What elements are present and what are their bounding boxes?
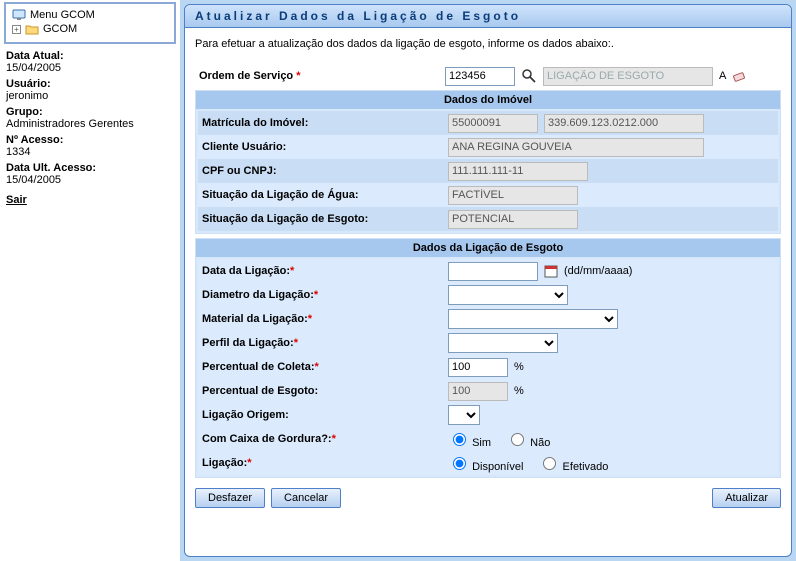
- order-input[interactable]: [445, 67, 515, 86]
- matricula-label: Matrícula do Imóvel:: [198, 117, 448, 129]
- radio-nao-wrap[interactable]: Não: [506, 430, 550, 449]
- expand-icon[interactable]: +: [12, 25, 21, 34]
- cliente-label: Cliente Usuário:: [198, 141, 448, 153]
- tree-menu-label: Menu GCOM: [30, 9, 95, 21]
- esgoto-pct-label: Percentual de Esgoto:: [198, 385, 448, 397]
- undo-button[interactable]: Desfazer: [195, 488, 265, 508]
- cpf-field: [448, 162, 588, 181]
- radio-disponivel-wrap[interactable]: Disponível: [448, 454, 523, 473]
- required-mark: *: [314, 289, 318, 301]
- group-value: Administradores Gerentes: [6, 118, 174, 130]
- diametro-label: Diametro da Ligação:: [202, 289, 314, 301]
- cliente-field: [448, 138, 704, 157]
- user-label: Usuário:: [6, 78, 174, 90]
- radio-efetivado[interactable]: [543, 457, 556, 470]
- section-ligacao: Dados da Ligação de Esgoto Data da Ligaç…: [195, 238, 781, 478]
- required-mark: *: [293, 70, 300, 82]
- intro-text: Para efetuar a atualização dos dados da …: [185, 28, 791, 64]
- origem-select[interactable]: [448, 405, 480, 425]
- tree-menu-root[interactable]: Menu GCOM: [12, 8, 168, 22]
- order-row: Ordem de Serviço * A: [195, 64, 781, 88]
- date-value: 15/04/2005: [6, 62, 174, 74]
- esgoto-sit-label: Situação da Ligação de Esgoto:: [198, 213, 448, 225]
- pct-sign: %: [514, 385, 524, 397]
- perfil-select[interactable]: [448, 333, 558, 353]
- gordura-label: Com Caixa de Gordura?:: [202, 433, 332, 445]
- order-a: A: [719, 70, 726, 82]
- radio-disponivel[interactable]: [453, 457, 466, 470]
- radio-efetivado-wrap[interactable]: Efetivado: [538, 454, 608, 473]
- search-icon[interactable]: [521, 68, 537, 84]
- group-label: Grupo:: [6, 106, 174, 118]
- panel-title: Atualizar Dados da Ligação de Esgoto: [185, 5, 791, 28]
- efetivado-label: Efetivado: [563, 461, 609, 473]
- esgoto-pct-field: [448, 382, 508, 401]
- matricula-field: [448, 114, 538, 133]
- sim-label: Sim: [472, 437, 491, 449]
- ligacao-label: Ligação:: [202, 457, 247, 469]
- sidebar-info: Data Atual: 15/04/2005 Usuário: jeronimo…: [4, 50, 176, 206]
- calendar-icon[interactable]: [544, 264, 558, 278]
- agua-label: Situação da Ligação de Água:: [198, 189, 448, 201]
- eraser-icon[interactable]: [732, 68, 748, 84]
- radio-sim-wrap[interactable]: Sim: [448, 430, 491, 449]
- radio-nao[interactable]: [511, 433, 524, 446]
- monitor-icon: [12, 9, 26, 21]
- sidebar: Menu GCOM + GCOM Data Atual: 15/04/2005 …: [0, 0, 180, 561]
- logout-link[interactable]: Sair: [6, 194, 27, 206]
- tree-gcom-item[interactable]: + GCOM: [12, 22, 168, 36]
- cancel-button[interactable]: Cancelar: [271, 488, 341, 508]
- origem-label: Ligação Origem:: [198, 409, 448, 421]
- section-imovel-title: Dados do Imóvel: [196, 91, 780, 109]
- button-row: Desfazer Cancelar Atualizar: [185, 482, 791, 508]
- date-label: Data Atual:: [6, 50, 174, 62]
- section-imovel: Dados do Imóvel Matrícula do Imóvel: Cli…: [195, 90, 781, 234]
- order-label: Ordem de Serviço: [199, 70, 293, 82]
- material-select[interactable]: [448, 309, 618, 329]
- nav-tree: Menu GCOM + GCOM: [4, 2, 176, 44]
- tree-gcom-label: GCOM: [43, 23, 77, 35]
- radio-sim[interactable]: [453, 433, 466, 446]
- required-mark: *: [290, 265, 294, 277]
- last-access-label: Data Ult. Acesso:: [6, 162, 174, 174]
- section-ligacao-title: Dados da Ligação de Esgoto: [196, 239, 780, 257]
- required-mark: *: [314, 361, 318, 373]
- perfil-label: Perfil da Ligação:: [202, 337, 294, 349]
- diametro-select[interactable]: [448, 285, 568, 305]
- agua-field: [448, 186, 578, 205]
- data-ligacao-label: Data da Ligação:: [202, 265, 290, 277]
- folder-icon: [25, 23, 39, 35]
- required-mark: *: [308, 313, 312, 325]
- nao-label: Não: [530, 437, 550, 449]
- coleta-label: Percentual de Coleta:: [202, 361, 314, 373]
- required-mark: *: [332, 433, 336, 445]
- data-hint: (dd/mm/aaaa): [564, 265, 632, 277]
- access-no-value: 1334: [6, 146, 174, 158]
- cpf-label: CPF ou CNPJ:: [198, 165, 448, 177]
- material-label: Material da Ligação:: [202, 313, 308, 325]
- last-access-value: 15/04/2005: [6, 174, 174, 186]
- pct-sign: %: [514, 361, 524, 373]
- data-ligacao-input[interactable]: [448, 262, 538, 281]
- disponivel-label: Disponível: [472, 461, 523, 473]
- esgoto-sit-field: [448, 210, 578, 229]
- order-type-field: [543, 67, 713, 86]
- user-value: jeronimo: [6, 90, 174, 102]
- form-panel: Atualizar Dados da Ligação de Esgoto Par…: [184, 4, 792, 557]
- main-area: Atualizar Dados da Ligação de Esgoto Par…: [180, 0, 796, 561]
- access-no-label: Nº Acesso:: [6, 134, 174, 146]
- coleta-input[interactable]: [448, 358, 508, 377]
- inscricao-field: [544, 114, 704, 133]
- required-mark: *: [294, 337, 298, 349]
- update-button[interactable]: Atualizar: [712, 488, 781, 508]
- required-mark: *: [247, 457, 251, 469]
